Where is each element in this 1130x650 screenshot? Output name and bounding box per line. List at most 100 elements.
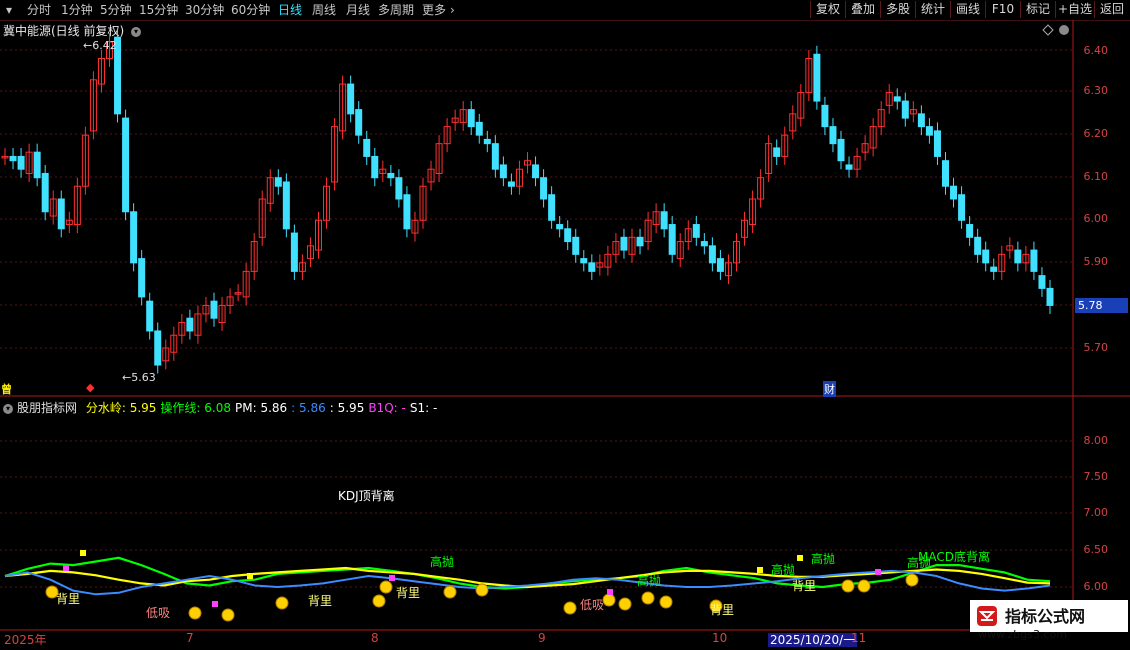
ind-y-tick: 6.50 [1083,543,1109,556]
indicator-field: S1: - [409,401,438,415]
candle-body [572,236,580,255]
candle-body [708,245,716,264]
finance-marker[interactable]: 财 [823,381,836,397]
y-tick: 5.70 [1083,341,1109,354]
x-label-nov: 11 [851,631,867,645]
candle-body [556,224,564,230]
star-icon [80,550,86,556]
candle-body [491,143,499,170]
candle-body [146,300,154,332]
diamond-icon[interactable] [1042,24,1054,36]
candle-body [9,155,17,162]
candle-body [403,194,411,230]
candle-body [499,164,507,179]
candle-body [692,224,700,238]
candle-body [347,83,355,115]
candle-body [636,236,644,247]
star-icon [247,573,253,579]
candle-body [532,164,540,179]
magenta-marker-icon [63,565,69,571]
y-tick: 6.00 [1083,212,1109,225]
candle-body [942,160,949,187]
indicator-menu-icon[interactable]: ▾ [3,403,13,414]
candle-body [274,177,282,187]
bag-icon [841,579,855,593]
candle-body [33,151,41,179]
cursor-date: 2025/10/20/一 [768,633,858,647]
indicator-field: : 5.86 [291,401,326,415]
x-label-cursor-date: 2025/10/20/一 [768,631,858,648]
candle-body [668,224,676,255]
candle-body [837,138,845,162]
candle-body [186,317,194,332]
divergence-label: 背里 [56,592,81,606]
magenta-marker-icon [875,569,881,575]
candle-body [813,53,821,102]
candle-body [371,155,379,179]
bag-icon [275,596,289,610]
candle-body [660,211,668,230]
candle-body [282,181,290,230]
indicator-field: PM: 5.86 [235,401,288,415]
bag-icon [475,583,489,597]
current-price-tag: 5.78 [1075,298,1128,313]
left-marker[interactable]: 曾 [1,381,12,397]
high-price-value: 6.42 [92,39,117,52]
low-price-value: 5.63 [131,371,156,384]
sell-high-label: 高抛 [811,552,836,566]
circle-menu-icon[interactable] [1059,25,1069,35]
candle-body [580,258,588,264]
bag-icon [602,593,616,607]
indicator-field: : 5.95 [329,401,365,415]
divergence-label: 背里 [396,586,421,600]
bag-icon [641,591,655,605]
y-tick: 6.10 [1083,170,1109,183]
candle-body [958,194,966,221]
candle-body [290,232,298,272]
candle-body [716,258,724,272]
y-tick: 6.40 [1083,44,1109,57]
indicator-field: 操作线: 6.08 [160,401,231,415]
red-marker-icon[interactable]: ◆ [86,381,94,394]
candle-body [1038,275,1046,289]
y-tick: 6.30 [1083,84,1109,97]
candle-body [950,185,958,200]
candle-body [974,236,982,255]
candle-body [1030,249,1038,272]
y-tick: 5.90 [1083,255,1109,268]
sell-high-label: 高抛 [907,556,932,570]
candle-body [154,330,162,366]
candle-body [893,96,901,102]
bag-icon [857,579,871,593]
candle-body [982,249,990,264]
divergence-label: 背里 [792,579,817,593]
candle-body [620,236,628,251]
x-label-year: 2025年 [4,633,47,647]
x-label-oct: 10 [712,631,728,645]
buy-low-label: 低吸 [580,598,605,612]
candle-body [700,241,708,247]
candle-body [845,164,853,170]
ind-y-tick: 7.00 [1083,506,1109,519]
bag-icon [372,594,386,608]
high-price-label: ←6.42 [83,39,117,52]
candle-body [925,126,933,136]
bag-icon [563,601,577,615]
indicator-title: ▾ 股朋指标网 分水岭: 5.95 操作线: 6.08 PM: 5.86: 5.86:… [3,399,446,416]
magenta-marker-icon [389,575,395,581]
buy-low-label: 低吸 [146,606,171,620]
candle-body [773,147,781,157]
bag-icon [443,585,457,599]
watermark-title: 指标公式网 [1005,607,1086,626]
candle-body [540,177,548,200]
pm-line [4,569,1051,596]
candle-body [483,138,491,145]
candle-body [130,211,138,264]
candle-body [933,130,941,157]
candle-body [57,198,65,230]
ind-y-tick: 8.00 [1083,434,1109,447]
candle-body [917,113,925,128]
bag-icon [379,580,393,594]
candle-body [966,224,974,238]
candle-body [395,177,403,200]
